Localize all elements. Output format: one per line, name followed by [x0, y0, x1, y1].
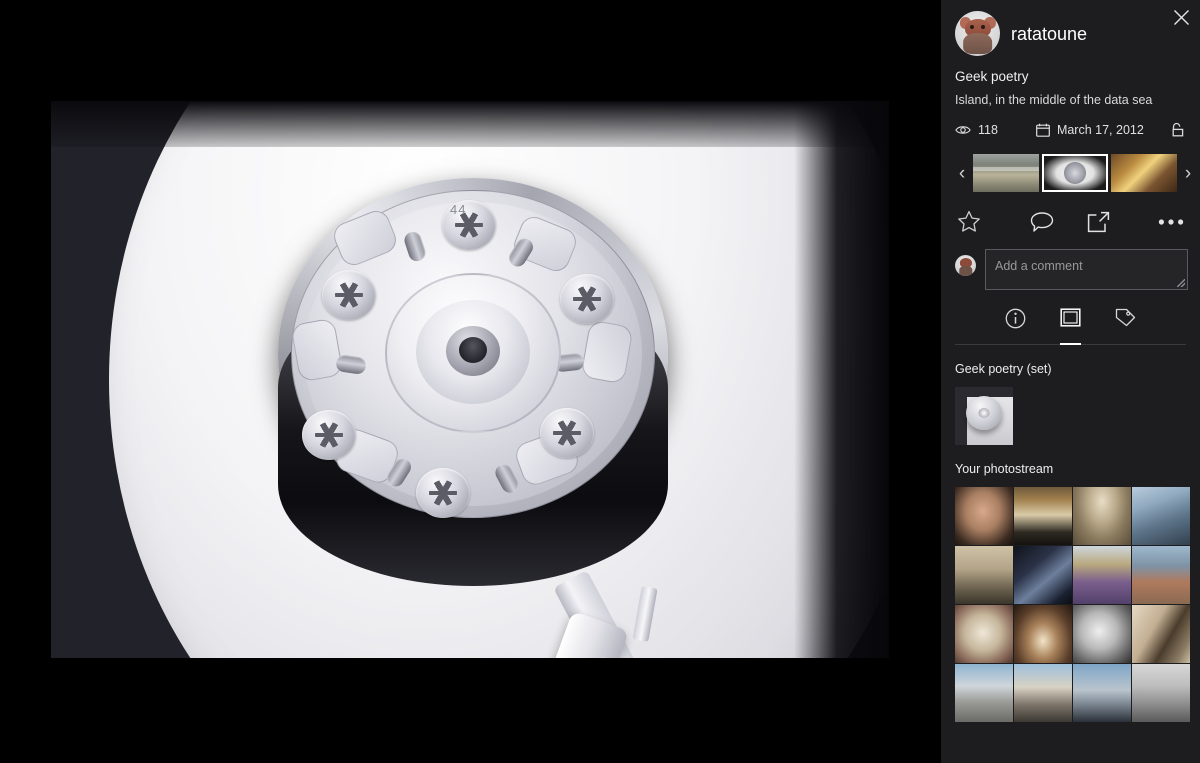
comment-input[interactable]: Add a comment — [985, 249, 1188, 290]
photo-night-ruins[interactable] — [1014, 546, 1072, 604]
photo-bridge[interactable] — [1132, 487, 1190, 545]
photo-stone-basin[interactable] — [955, 605, 1013, 663]
torx-screw — [302, 410, 356, 460]
share-icon — [1088, 211, 1110, 232]
photo-dome-crowd[interactable] — [1073, 487, 1131, 545]
hub-stamp-label: 44 — [450, 202, 467, 217]
torx-screw — [416, 468, 470, 518]
torx-screw — [322, 270, 376, 320]
photo-bay-volcano[interactable] — [1132, 546, 1190, 604]
geek-poetry-set-thumb[interactable] — [955, 387, 1013, 445]
photo-woman-hat[interactable] — [1073, 546, 1131, 604]
square-icon — [1060, 308, 1081, 327]
rat-avatar-small-icon — [955, 255, 976, 276]
photo-columns[interactable] — [1073, 664, 1131, 722]
main-photo[interactable]: 44 — [51, 101, 889, 658]
photo-top-shadow — [51, 101, 889, 147]
tag-icon — [1115, 308, 1136, 327]
photo-facade[interactable] — [955, 546, 1013, 604]
favorite-button[interactable] — [957, 210, 1014, 233]
photo-description: Island, in the middle of the data sea — [955, 93, 1153, 107]
owner-row[interactable]: ratatoune — [941, 0, 1200, 56]
thumbnail-list — [973, 154, 1177, 192]
comment-button[interactable] — [1014, 211, 1071, 233]
spindle-hub: 44 — [278, 178, 678, 586]
stats-row: 118 March 17, 2012 — [941, 107, 1200, 137]
photo-piazza[interactable] — [955, 664, 1013, 722]
views-count: 118 — [978, 123, 998, 137]
tab-tags[interactable] — [1115, 308, 1136, 345]
calendar-icon — [1036, 123, 1050, 137]
owner-name[interactable]: ratatoune — [1011, 25, 1087, 43]
photo-colonnade[interactable] — [1014, 664, 1072, 722]
photo-statue-face[interactable] — [1073, 605, 1131, 663]
speech-bubble-icon — [1030, 211, 1054, 232]
more-options-button[interactable] — [1127, 218, 1184, 226]
share-button[interactable] — [1071, 211, 1128, 233]
torx-screw — [560, 274, 614, 324]
avatar[interactable] — [955, 11, 1000, 56]
views-stat: 118 — [955, 123, 998, 137]
unlocked-padlock-icon — [1172, 122, 1184, 137]
prev-photo-button[interactable]: ‹ — [951, 164, 973, 183]
photostream-title: Your photostream — [955, 462, 1054, 476]
harbor-thumb[interactable] — [973, 154, 1039, 192]
photo-church-nave[interactable] — [1014, 487, 1072, 545]
star-icon — [958, 210, 980, 232]
date-stat: March 17, 2012 — [1036, 123, 1144, 137]
info-circle-icon — [1005, 308, 1026, 329]
photo-date: March 17, 2012 — [1056, 123, 1144, 137]
photo-portrait[interactable] — [955, 487, 1013, 545]
page-title: Geek poetry — [955, 69, 1029, 84]
hard-drive-thumb[interactable] — [1042, 154, 1108, 192]
ellipsis-icon — [1158, 218, 1184, 225]
comment-row: Add a comment — [941, 233, 1200, 290]
info-sidebar: ratatoune Geek poetry Island, in the mid… — [941, 0, 1200, 763]
next-photo-button[interactable]: › — [1177, 164, 1199, 183]
market-thumb[interactable] — [1111, 154, 1177, 192]
photostream-grid — [955, 487, 1200, 722]
action-row — [941, 192, 1200, 233]
privacy-toggle[interactable] — [1168, 121, 1187, 143]
detail-tabs — [955, 290, 1186, 345]
eye-icon — [955, 126, 971, 134]
close-button[interactable] — [1168, 4, 1194, 30]
thumbnail-strip: ‹ › — [951, 137, 1191, 192]
tab-sets[interactable] — [1060, 308, 1081, 345]
comment-placeholder: Add a comment — [995, 259, 1083, 273]
photo-meta: Geek poetry Island, in the middle of the… — [941, 56, 1200, 107]
photo-vaulted-hall[interactable] — [1014, 605, 1072, 663]
photo-stage: 44 — [0, 0, 941, 763]
photo-stone-arch[interactable] — [1132, 605, 1190, 663]
set-section-title: Geek poetry (set) — [955, 362, 1052, 376]
photo-right-shadow — [794, 101, 889, 658]
lightbox-root: 44 ratatoune Geek poetry Island, in the … — [0, 0, 1200, 763]
torx-screw — [540, 408, 594, 458]
hub-bolt-hole — [459, 337, 487, 363]
resize-handle[interactable] — [1177, 279, 1185, 287]
close-icon — [1173, 9, 1189, 25]
photo-monument[interactable] — [1132, 664, 1190, 722]
tab-info[interactable] — [1005, 308, 1026, 345]
